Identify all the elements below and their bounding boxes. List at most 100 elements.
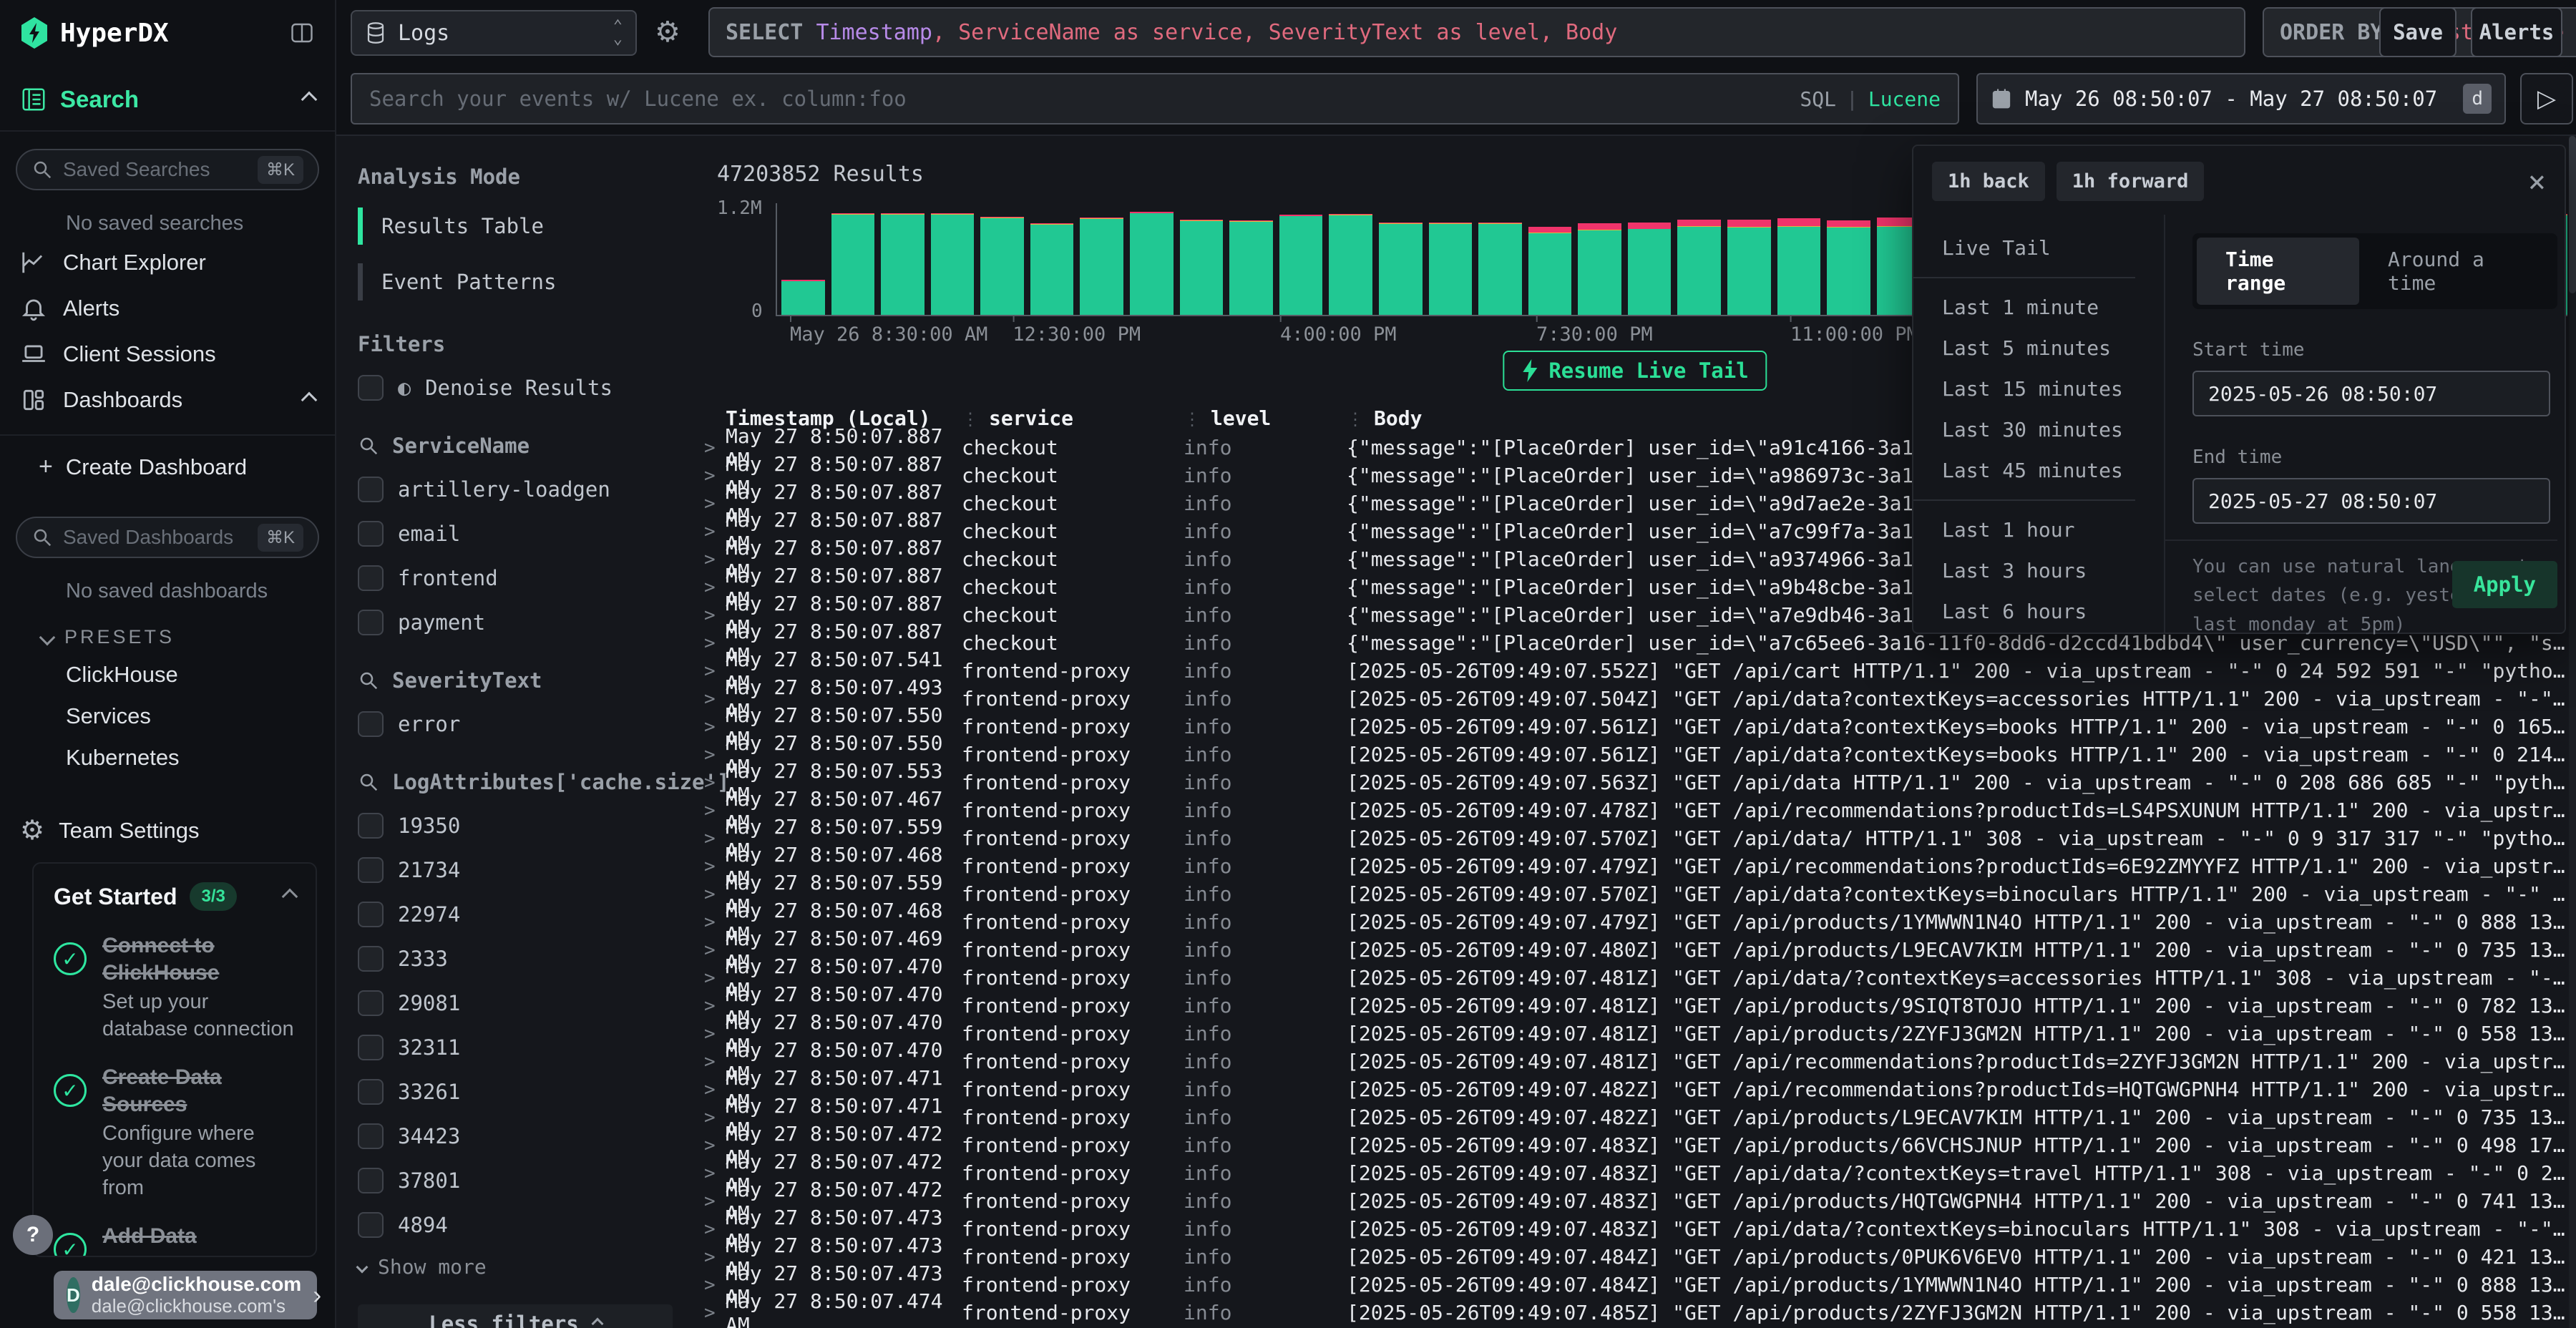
resume-live-tail-button[interactable]: Resume Live Tail xyxy=(1503,351,1767,391)
time-preset[interactable]: Last 15 minutes xyxy=(1913,368,2164,409)
saved-dashboards-input[interactable] xyxy=(63,526,248,549)
chart-bar[interactable] xyxy=(1130,203,1174,315)
column-header-level[interactable]: ⋮level xyxy=(1184,406,1347,430)
chart-bar[interactable] xyxy=(831,203,875,315)
event-search-box[interactable]: SQL | Lucene xyxy=(351,73,1959,125)
expand-row-icon[interactable]: > xyxy=(694,828,726,849)
checkbox[interactable] xyxy=(358,813,384,839)
chart-bar[interactable] xyxy=(1229,203,1273,315)
log-row[interactable]: > May 27 8:50:07.471 AM frontend-proxy i… xyxy=(694,1075,2576,1103)
log-row[interactable]: > May 27 8:50:07.473 AM frontend-proxy i… xyxy=(694,1243,2576,1271)
filter-option[interactable]: error xyxy=(358,711,673,737)
checkbox[interactable] xyxy=(358,902,384,927)
sidebar-item-search[interactable]: Search xyxy=(0,66,335,132)
chevron-up-icon[interactable] xyxy=(301,92,318,108)
tab-time-range[interactable]: Time range xyxy=(2197,238,2359,305)
checkbox[interactable] xyxy=(358,565,384,591)
apply-button[interactable]: Apply xyxy=(2452,561,2557,608)
chart-bar[interactable] xyxy=(1578,203,1621,315)
expand-row-icon[interactable]: > xyxy=(694,688,726,710)
chart-bar[interactable] xyxy=(1279,203,1323,315)
filter-option[interactable]: 32311 xyxy=(358,1035,673,1060)
checkbox[interactable] xyxy=(358,1035,384,1060)
filter-option[interactable]: 19350 xyxy=(358,813,673,839)
log-row[interactable]: > May 27 8:50:07.473 AM frontend-proxy i… xyxy=(694,1215,2576,1243)
checkbox[interactable] xyxy=(358,375,384,401)
get-started-item[interactable]: ✓ Connect to ClickHouseSet up your datab… xyxy=(54,932,296,1043)
chevron-up-icon[interactable] xyxy=(301,392,318,409)
expand-row-icon[interactable]: > xyxy=(694,549,726,570)
checkbox[interactable] xyxy=(358,857,384,883)
filter-option[interactable]: artillery-loadgen xyxy=(358,477,673,502)
chart-bar[interactable] xyxy=(1677,203,1721,315)
chart-bar[interactable] xyxy=(1379,203,1423,315)
checkbox[interactable] xyxy=(358,477,384,502)
expand-row-icon[interactable]: > xyxy=(694,800,726,821)
expand-row-icon[interactable]: > xyxy=(694,939,726,961)
time-preset[interactable]: Last 45 minutes xyxy=(1913,450,2164,491)
expand-row-icon[interactable]: > xyxy=(694,493,726,514)
log-row[interactable]: > May 27 8:50:07.470 AM frontend-proxy i… xyxy=(694,964,2576,992)
column-header-service[interactable]: ⋮service xyxy=(962,406,1184,430)
search-input[interactable] xyxy=(369,87,1800,111)
denoise-results-option[interactable]: ◐ Denoise Results xyxy=(358,375,673,401)
expand-row-icon[interactable]: > xyxy=(694,1246,726,1268)
chart-bar[interactable] xyxy=(1080,203,1123,315)
sidebar-item-chart-explorer[interactable]: Chart Explorer xyxy=(0,240,335,285)
log-row[interactable]: > May 27 8:50:07.550 AM frontend-proxy i… xyxy=(694,741,2576,768)
chart-bar[interactable] xyxy=(881,203,924,315)
filter-option[interactable]: 21734 xyxy=(358,857,673,883)
checkbox[interactable] xyxy=(358,946,384,972)
time-preset[interactable]: Last 1 minute xyxy=(1913,287,2164,328)
sidebar-collapse-icon[interactable] xyxy=(289,20,315,46)
log-row[interactable]: > May 27 8:50:07.559 AM frontend-proxy i… xyxy=(694,880,2576,908)
checkbox[interactable] xyxy=(358,1079,384,1105)
filter-option[interactable]: frontend xyxy=(358,565,673,591)
expand-row-icon[interactable]: > xyxy=(694,1163,726,1184)
sql-select-editor[interactable]: SELECT Timestamp, ServiceName as service… xyxy=(708,7,2245,57)
start-time-input[interactable] xyxy=(2192,371,2550,416)
run-search-button[interactable]: ▷ xyxy=(2520,73,2573,125)
chart-bar[interactable] xyxy=(1180,203,1224,315)
analysis-mode-option[interactable]: Event Patterns xyxy=(358,263,673,301)
chart-bar[interactable] xyxy=(1727,203,1771,315)
log-row[interactable]: > May 27 8:50:07.553 AM frontend-proxy i… xyxy=(694,768,2576,796)
time-preset[interactable]: Last 3 hours xyxy=(1913,550,2164,591)
log-row[interactable]: > May 27 8:50:07.474 AM frontend-proxy i… xyxy=(694,1299,2576,1327)
expand-row-icon[interactable]: > xyxy=(694,1135,726,1156)
preset-dashboard-link[interactable]: Services xyxy=(0,695,335,737)
log-row[interactable]: > May 27 8:50:07.470 AM frontend-proxy i… xyxy=(694,1048,2576,1075)
expand-row-icon[interactable]: > xyxy=(694,967,726,989)
log-row[interactable]: > May 27 8:50:07.550 AM frontend-proxy i… xyxy=(694,713,2576,741)
expand-row-icon[interactable]: > xyxy=(694,605,726,626)
expand-row-icon[interactable]: > xyxy=(694,912,726,933)
source-select[interactable]: Logs ⌃⌄ xyxy=(351,10,637,56)
user-menu[interactable]: D dale@clickhouse.com dale@clickhouse.co… xyxy=(54,1271,317,1319)
expand-row-icon[interactable]: > xyxy=(694,856,726,877)
source-settings-gear-icon[interactable]: ⚙ xyxy=(655,16,680,49)
save-button[interactable]: Save xyxy=(2379,7,2457,57)
log-row[interactable]: > May 27 8:50:07.468 AM frontend-proxy i… xyxy=(694,908,2576,936)
chart-bar[interactable] xyxy=(1329,203,1372,315)
shift-forward-button[interactable]: 1h forward xyxy=(2057,162,2205,201)
checkbox[interactable] xyxy=(358,990,384,1016)
time-preset[interactable]: Last 6 hours xyxy=(1913,591,2164,632)
expand-row-icon[interactable]: > xyxy=(694,660,726,682)
date-range-input[interactable] xyxy=(2025,87,2450,111)
filter-option[interactable]: 29081 xyxy=(358,990,673,1016)
checkbox[interactable] xyxy=(358,610,384,635)
checkbox[interactable] xyxy=(358,1212,384,1238)
chart-bar[interactable] xyxy=(980,203,1024,315)
filter-option[interactable]: 22974 xyxy=(358,902,673,927)
alerts-button[interactable]: Alerts xyxy=(2471,7,2562,57)
checkbox[interactable] xyxy=(358,1168,384,1193)
filter-option[interactable]: email xyxy=(358,521,673,547)
log-row[interactable]: > May 27 8:50:07.470 AM frontend-proxy i… xyxy=(694,992,2576,1020)
filter-option[interactable]: 4894 xyxy=(358,1212,673,1238)
log-row[interactable]: > May 27 8:50:07.472 AM frontend-proxy i… xyxy=(694,1187,2576,1215)
chart-bar[interactable] xyxy=(1429,203,1473,315)
filter-group-servicename[interactable]: ServiceName xyxy=(358,434,673,458)
expand-row-icon[interactable]: > xyxy=(694,1219,726,1240)
log-row[interactable]: > May 27 8:50:07.473 AM frontend-proxy i… xyxy=(694,1271,2576,1299)
presets-section-toggle[interactable]: PRESETS xyxy=(0,607,335,654)
